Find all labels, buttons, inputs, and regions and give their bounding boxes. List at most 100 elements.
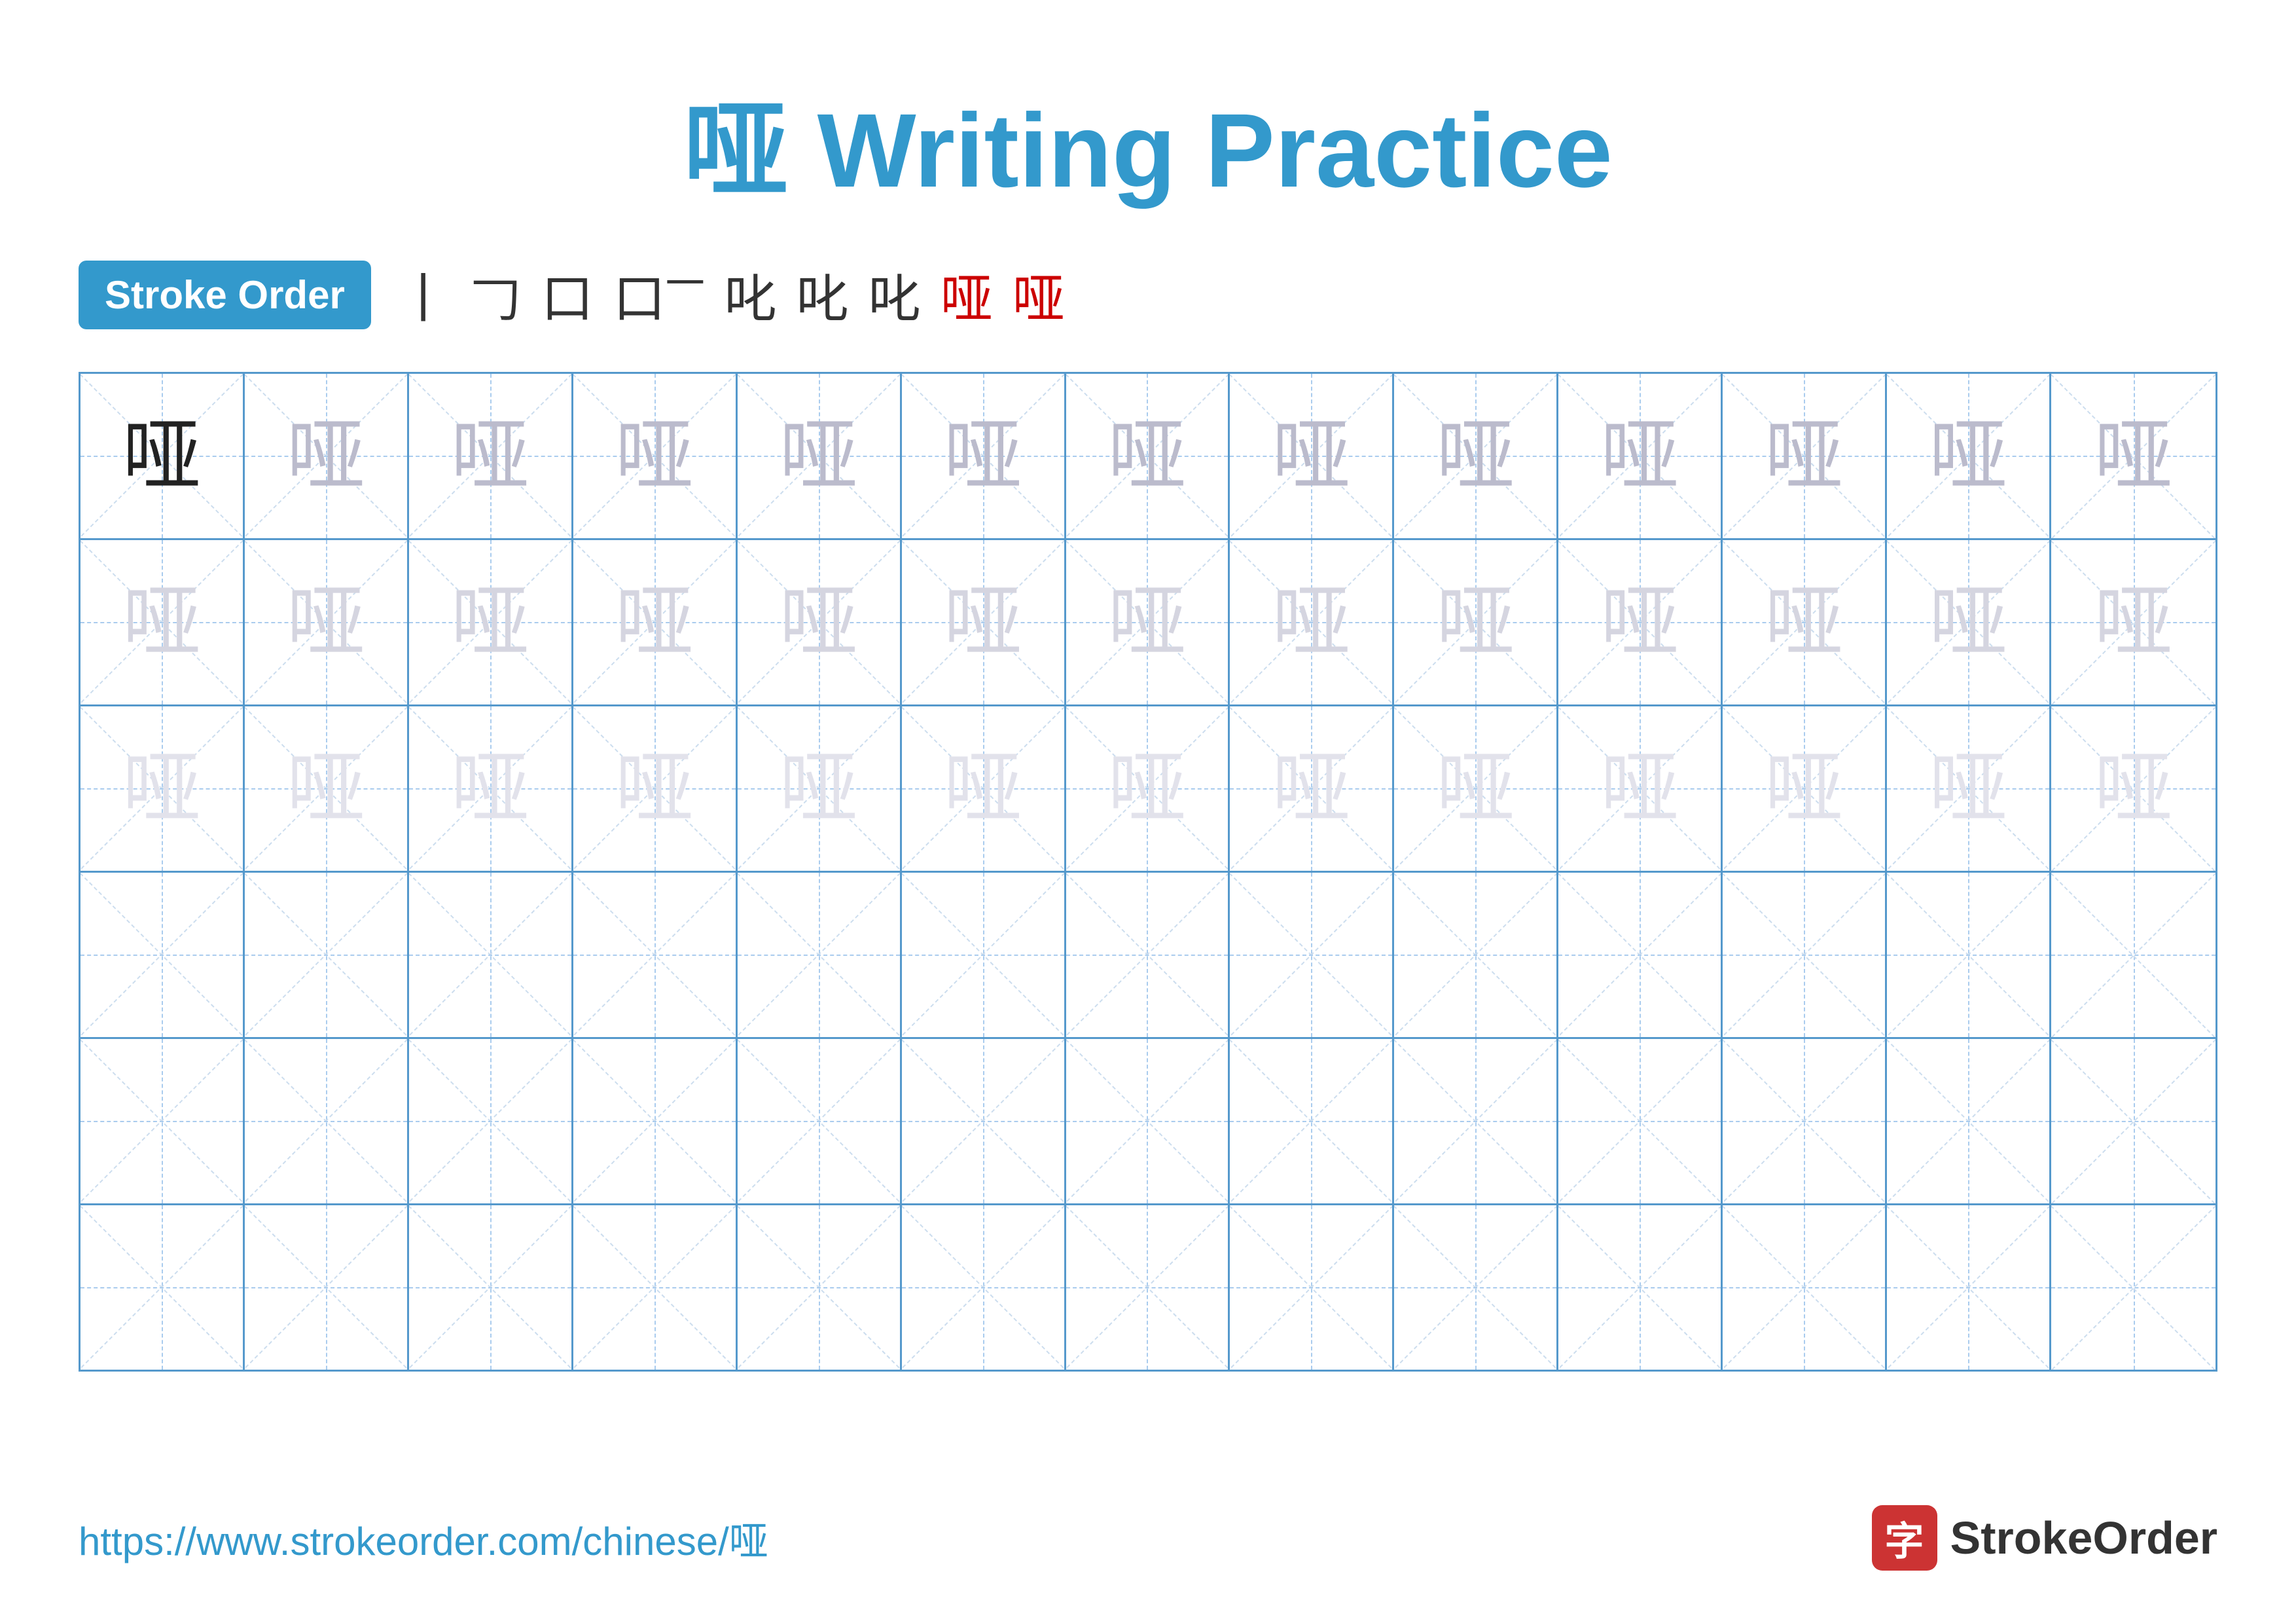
grid-cell-3-4[interactable] — [738, 873, 902, 1037]
grid-cell-1-9[interactable]: 哑 — [1558, 540, 1723, 704]
grid-cell-1-11[interactable]: 哑 — [1887, 540, 2051, 704]
grid-cell-2-0[interactable]: 哑 — [81, 706, 245, 871]
grid-cell-3-12[interactable] — [2051, 873, 2215, 1037]
grid-cell-1-1[interactable]: 哑 — [245, 540, 409, 704]
grid-cell-5-1[interactable] — [245, 1205, 409, 1370]
grid-cell-0-5[interactable]: 哑 — [902, 374, 1066, 538]
cell-character: 哑 — [1929, 749, 2007, 828]
stroke-6: 叱 — [797, 257, 849, 333]
grid-cell-0-6[interactable]: 哑 — [1066, 374, 1230, 538]
grid-cell-2-3[interactable]: 哑 — [573, 706, 738, 871]
grid-cell-4-2[interactable] — [409, 1039, 573, 1203]
cell-character: 哑 — [122, 583, 201, 661]
grid-cell-5-12[interactable] — [2051, 1205, 2215, 1370]
grid-row-3[interactable] — [81, 873, 2215, 1039]
grid-cell-5-7[interactable] — [1230, 1205, 1394, 1370]
stroke-3: 口 — [541, 257, 594, 333]
grid-cell-2-4[interactable]: 哑 — [738, 706, 902, 871]
grid-cell-5-4[interactable] — [738, 1205, 902, 1370]
grid-cell-5-2[interactable] — [409, 1205, 573, 1370]
stroke-1: 丨 — [397, 257, 450, 333]
grid-cell-0-3[interactable]: 哑 — [573, 374, 738, 538]
cell-character: 哑 — [1107, 416, 1186, 495]
grid-cell-0-7[interactable]: 哑 — [1230, 374, 1394, 538]
cell-character: 哑 — [944, 416, 1022, 495]
grid-cell-1-12[interactable]: 哑 — [2051, 540, 2215, 704]
grid-cell-3-8[interactable] — [1394, 873, 1558, 1037]
grid-cell-4-7[interactable] — [1230, 1039, 1394, 1203]
cell-character: 哑 — [122, 749, 201, 828]
grid-cell-4-4[interactable] — [738, 1039, 902, 1203]
footer-brand: 字 StrokeOrder — [1872, 1505, 2217, 1571]
grid-cell-5-5[interactable] — [902, 1205, 1066, 1370]
grid-cell-4-10[interactable] — [1723, 1039, 1887, 1203]
grid-row-0[interactable]: 哑哑哑哑哑哑哑哑哑哑哑哑哑 — [81, 374, 2215, 540]
grid-cell-1-3[interactable]: 哑 — [573, 540, 738, 704]
grid-cell-4-6[interactable] — [1066, 1039, 1230, 1203]
grid-cell-2-5[interactable]: 哑 — [902, 706, 1066, 871]
grid-row-5[interactable] — [81, 1205, 2215, 1370]
writing-grid: 哑哑哑哑哑哑哑哑哑哑哑哑哑哑哑哑哑哑哑哑哑哑哑哑哑哑哑哑哑哑哑哑哑哑哑哑哑哑哑 — [79, 372, 2217, 1372]
grid-cell-5-10[interactable] — [1723, 1205, 1887, 1370]
grid-cell-1-2[interactable]: 哑 — [409, 540, 573, 704]
grid-cell-2-6[interactable]: 哑 — [1066, 706, 1230, 871]
grid-cell-5-6[interactable] — [1066, 1205, 1230, 1370]
grid-cell-2-7[interactable]: 哑 — [1230, 706, 1394, 871]
grid-cell-5-11[interactable] — [1887, 1205, 2051, 1370]
stroke-5: 叱 — [725, 257, 777, 333]
cell-character: 哑 — [615, 583, 694, 661]
grid-cell-3-1[interactable] — [245, 873, 409, 1037]
grid-cell-1-5[interactable]: 哑 — [902, 540, 1066, 704]
grid-cell-2-8[interactable]: 哑 — [1394, 706, 1558, 871]
grid-cell-5-3[interactable] — [573, 1205, 738, 1370]
grid-cell-3-10[interactable] — [1723, 873, 1887, 1037]
grid-cell-5-0[interactable] — [81, 1205, 245, 1370]
grid-cell-1-4[interactable]: 哑 — [738, 540, 902, 704]
grid-row-2[interactable]: 哑哑哑哑哑哑哑哑哑哑哑哑哑 — [81, 706, 2215, 873]
grid-cell-4-5[interactable] — [902, 1039, 1066, 1203]
grid-cell-3-9[interactable] — [1558, 873, 1723, 1037]
grid-cell-0-2[interactable]: 哑 — [409, 374, 573, 538]
grid-cell-0-10[interactable]: 哑 — [1723, 374, 1887, 538]
grid-cell-5-9[interactable] — [1558, 1205, 1723, 1370]
stroke-4: 口一 — [613, 257, 705, 333]
grid-cell-3-6[interactable] — [1066, 873, 1230, 1037]
grid-row-4[interactable] — [81, 1039, 2215, 1205]
grid-cell-4-8[interactable] — [1394, 1039, 1558, 1203]
grid-cell-0-0[interactable]: 哑 — [81, 374, 245, 538]
cell-character: 哑 — [780, 749, 858, 828]
grid-cell-0-8[interactable]: 哑 — [1394, 374, 1558, 538]
grid-cell-1-8[interactable]: 哑 — [1394, 540, 1558, 704]
grid-cell-4-9[interactable] — [1558, 1039, 1723, 1203]
grid-cell-2-2[interactable]: 哑 — [409, 706, 573, 871]
grid-cell-3-5[interactable] — [902, 873, 1066, 1037]
grid-cell-4-3[interactable] — [573, 1039, 738, 1203]
grid-row-1[interactable]: 哑哑哑哑哑哑哑哑哑哑哑哑哑 — [81, 540, 2215, 706]
grid-cell-3-3[interactable] — [573, 873, 738, 1037]
grid-cell-0-9[interactable]: 哑 — [1558, 374, 1723, 538]
grid-cell-0-4[interactable]: 哑 — [738, 374, 902, 538]
stroke-9: 哑 — [1013, 257, 1065, 333]
grid-cell-4-12[interactable] — [2051, 1039, 2215, 1203]
grid-cell-0-12[interactable]: 哑 — [2051, 374, 2215, 538]
grid-cell-3-7[interactable] — [1230, 873, 1394, 1037]
grid-cell-1-6[interactable]: 哑 — [1066, 540, 1230, 704]
grid-cell-2-11[interactable]: 哑 — [1887, 706, 2051, 871]
grid-cell-0-11[interactable]: 哑 — [1887, 374, 2051, 538]
grid-cell-3-0[interactable] — [81, 873, 245, 1037]
grid-cell-3-2[interactable] — [409, 873, 573, 1037]
grid-cell-2-10[interactable]: 哑 — [1723, 706, 1887, 871]
grid-cell-4-0[interactable] — [81, 1039, 245, 1203]
grid-cell-2-9[interactable]: 哑 — [1558, 706, 1723, 871]
grid-cell-1-10[interactable]: 哑 — [1723, 540, 1887, 704]
grid-cell-1-7[interactable]: 哑 — [1230, 540, 1394, 704]
grid-cell-4-1[interactable] — [245, 1039, 409, 1203]
grid-cell-2-1[interactable]: 哑 — [245, 706, 409, 871]
grid-cell-5-8[interactable] — [1394, 1205, 1558, 1370]
grid-cell-4-11[interactable] — [1887, 1039, 2051, 1203]
grid-cell-0-1[interactable]: 哑 — [245, 374, 409, 538]
cell-character: 哑 — [780, 416, 858, 495]
grid-cell-3-11[interactable] — [1887, 873, 2051, 1037]
grid-cell-1-0[interactable]: 哑 — [81, 540, 245, 704]
grid-cell-2-12[interactable]: 哑 — [2051, 706, 2215, 871]
